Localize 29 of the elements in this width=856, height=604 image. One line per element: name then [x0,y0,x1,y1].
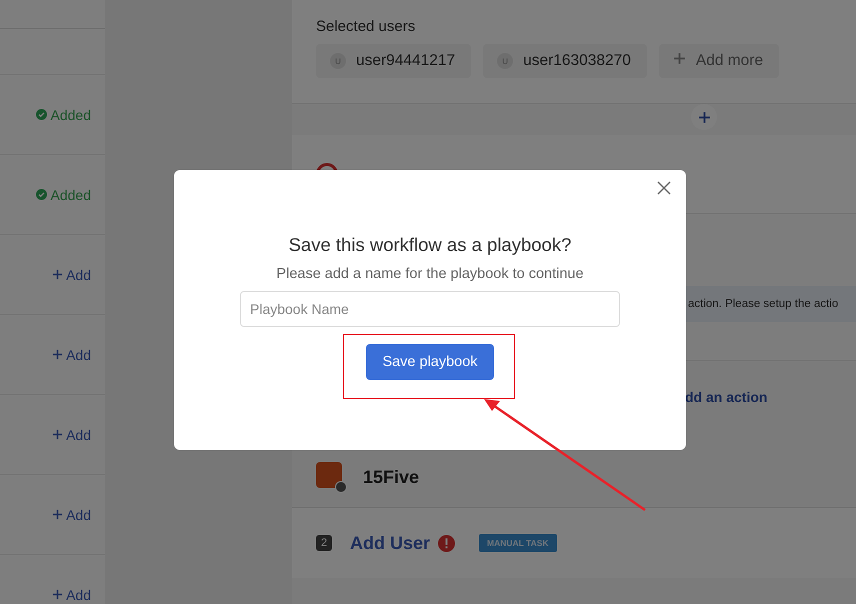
plus-icon [52,429,64,440]
add-button[interactable]: Add [52,426,91,442]
add-button[interactable]: Add [52,346,91,362]
close-icon[interactable] [657,181,671,195]
dialog-title: Save this workflow as a playbook? [288,234,572,256]
added-status: Added [50,186,91,202]
added-status: Added [50,106,91,122]
check-circle-icon [36,189,47,200]
add-button[interactable]: Add [52,506,91,522]
save-playbook-button[interactable]: Save playbook [366,344,494,380]
selected-users-label: Selected users [316,18,416,35]
add-action-link[interactable]: dd an action [685,389,768,405]
plus-icon [52,509,64,520]
warning-icon [438,534,456,552]
dialog-subtitle: Please add a name for the playbook to continue [276,266,584,282]
step-number: 2 [316,535,332,551]
plus-icon [698,110,710,124]
add-step-button[interactable] [691,104,717,130]
add-more-button[interactable]: Add more [658,44,780,78]
add-button[interactable]: Add [52,266,91,282]
app-name: 15Five [363,466,420,488]
add-button[interactable]: Add [52,586,91,602]
plus-icon [52,269,64,280]
plus-icon [52,589,64,600]
check-circle-icon [36,109,47,120]
manual-task-tag: MANUAL TASK [479,534,557,552]
plus-icon [52,349,64,360]
playbook-name-field[interactable]: Playbook Name [240,291,620,327]
step-title[interactable]: Add User [350,532,430,554]
